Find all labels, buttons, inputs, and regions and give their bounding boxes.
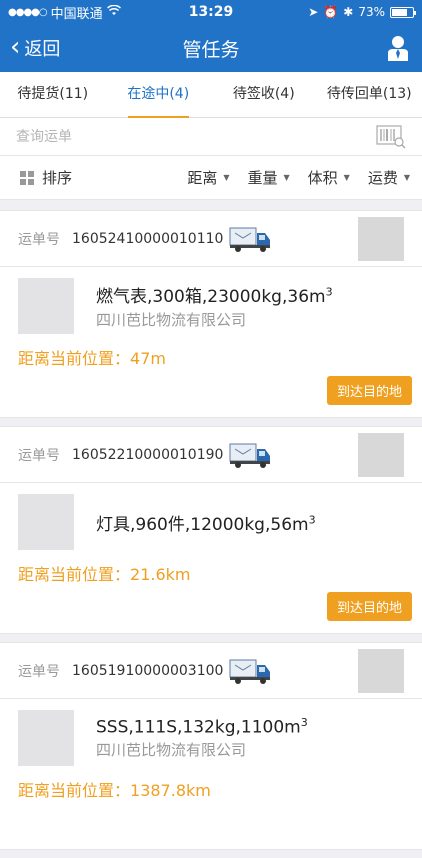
unit-superscript: 3 [309,513,316,526]
filter-distance[interactable]: 距离 ▼ [187,167,229,188]
order-footer: 距离当前位置：1387.8km [0,777,422,849]
status-time: 13:29 [158,4,264,20]
filter-volume[interactable]: 体积 ▼ [308,167,350,188]
filter-label: 体积 [308,167,338,188]
order-detail: 燃气表,300箱,23000kg,36m3 四川芭比物流有限公司 [0,267,422,345]
goods-info: 燃气表,300箱,23000kg,36m3 [96,282,333,307]
distance-value: 47m [130,349,166,368]
order-card[interactable]: 运单号 16052210000010190 灯具,960件,12000kg,56… [0,426,422,634]
user-button[interactable] [322,35,422,61]
order-no-label: 运单号 [18,229,60,249]
order-no-label: 运单号 [18,661,60,681]
barcode-scan-icon[interactable] [376,125,406,149]
signal-icon: ●●●●○ [8,7,47,18]
tab-pending-pickup[interactable]: 待提货(11) [0,72,106,117]
search-input[interactable] [16,129,376,145]
battery-fill [392,9,407,16]
filter-label: 距离 [187,167,217,188]
wifi-icon [107,5,121,20]
cargo-image [358,217,404,261]
tab-pending-signoff[interactable]: 待签收(4) [211,72,317,117]
order-header: 运单号 16052210000010190 [0,427,422,483]
truck-icon [229,225,271,253]
grid-icon [20,171,34,185]
order-header: 运单号 16051910000003100 [0,643,422,699]
order-footer: 距离当前位置：47m 到达目的地 [0,345,422,417]
goods-text: SSS,111S,132kg,1100m [96,717,301,737]
unit-superscript: 3 [326,285,333,298]
order-list: 运单号 16052410000010110 燃气表,300箱,23000kg,3… [0,210,422,858]
filter-freight[interactable]: 运费 ▼ [368,167,410,188]
distance-value: 1387.8km [130,781,211,800]
distance-info: 距离当前位置：1387.8km [18,777,404,805]
search-bar [0,118,422,156]
order-detail: SSS,111S,132kg,1100m3 四川芭比物流有限公司 [0,699,422,777]
filter-label: 重量 [247,167,277,188]
arrive-destination-button[interactable]: 到达目的地 [327,376,412,405]
distance-label: 距离当前位置： [18,781,130,800]
goods-info: 灯具,960件,12000kg,56m3 [96,510,316,535]
arrive-destination-button[interactable]: 到达目的地 [327,592,412,621]
back-label: 返回 [24,35,60,61]
distance-value: 21.6km [130,565,190,584]
sort-button[interactable]: 排序 [20,167,169,188]
caret-down-icon: ▼ [223,173,229,182]
sort-label: 排序 [42,167,72,188]
filter-weight[interactable]: 重量 ▼ [247,167,289,188]
company-logo [18,494,74,550]
alarm-icon: ⏰ [323,5,338,19]
truck-icon [229,441,271,469]
sort-filter-bar: 排序 距离 ▼ 重量 ▼ 体积 ▼ 运费 ▼ [0,156,422,200]
chevron-left-icon: ‹ [10,34,20,60]
tab-pending-receipt[interactable]: 待传回单(13) [317,72,422,117]
status-right: ➤ ⏰ ✱ 73% [264,5,414,19]
distance-info: 距离当前位置：21.6km [18,561,404,589]
unit-superscript: 3 [301,716,308,729]
page-title: 管任务 [100,35,322,62]
distance-info: 距离当前位置：47m [18,345,404,373]
nav-bar: ‹ 返回 管任务 [0,24,422,72]
distance-label: 距离当前位置： [18,565,130,584]
order-card[interactable]: 运单号 16051910000003100 SSS,111S,132kg,110… [0,642,422,850]
company-logo [18,710,74,766]
carrier-name: 中国联通 [51,3,103,22]
company-name: 四川芭比物流有限公司 [96,309,333,330]
distance-label: 距离当前位置： [18,349,130,368]
cargo-image [358,433,404,477]
caret-down-icon: ▼ [404,173,410,182]
company-logo [18,278,74,334]
location-icon: ➤ [308,5,318,19]
bluetooth-icon: ✱ [343,5,353,19]
truck-icon [229,657,271,685]
task-tabs: 待提货(11) 在途中(4) 待签收(4) 待传回单(13) [0,72,422,118]
order-no-label: 运单号 [18,445,60,465]
order-no: 16051910000003100 [72,663,223,679]
status-bar: ●●●●○ 中国联通 13:29 ➤ ⏰ ✱ 73% [0,0,422,24]
order-footer: 距离当前位置：21.6km 到达目的地 [0,561,422,633]
tab-in-transit[interactable]: 在途中(4) [106,72,212,117]
cargo-image [358,649,404,693]
battery-percent: 73% [358,5,385,19]
goods-text: 燃气表,300箱,23000kg,36m [96,287,326,307]
filter-label: 运费 [368,167,398,188]
goods-text: 灯具,960件,12000kg,56m [96,515,309,535]
back-button[interactable]: ‹ 返回 [0,35,100,61]
goods-info: SSS,111S,132kg,1100m3 [96,716,308,738]
order-no: 16052410000010110 [72,231,223,247]
user-icon [388,35,408,61]
order-card[interactable]: 运单号 16052410000010110 燃气表,300箱,23000kg,3… [0,210,422,418]
order-detail: 灯具,960件,12000kg,56m3 [0,483,422,561]
caret-down-icon: ▼ [284,173,290,182]
battery-icon [390,7,414,18]
order-header: 运单号 16052410000010110 [0,211,422,267]
caret-down-icon: ▼ [344,173,350,182]
status-left: ●●●●○ 中国联通 [8,3,158,22]
order-no: 16052210000010190 [72,447,223,463]
